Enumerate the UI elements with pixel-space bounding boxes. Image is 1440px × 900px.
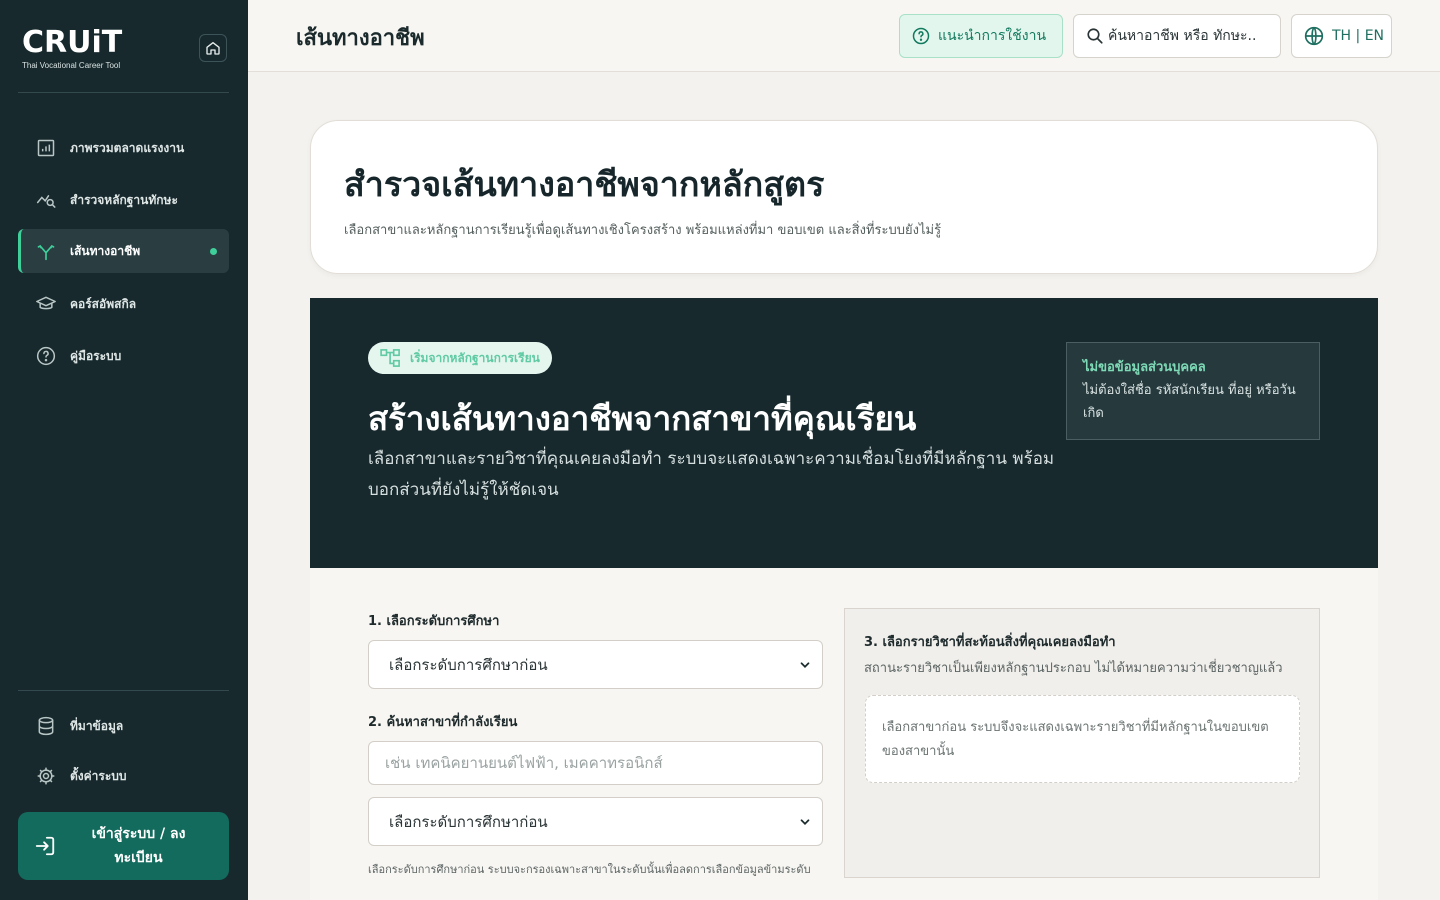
language-toggle-button[interactable]: TH | EN [1291, 14, 1392, 58]
career-path-form: 1. เลือกระดับการศึกษา เลือกระดับการศึกษา… [310, 568, 1378, 900]
privacy-notice: ไม่ขอข้อมูลส่วนบุคคล ไม่ต้องใส่ชื่อ รหัส… [1066, 342, 1320, 440]
sidebar-item-skill-evidence[interactable]: สำรวจหลักฐานทักษะ [18, 178, 229, 222]
chevron-down-icon [800, 819, 810, 825]
help-circle-icon [36, 346, 56, 366]
hero-badge: เริ่มจากหลักฐานการเรียน [368, 342, 552, 374]
globe-icon [1304, 26, 1324, 46]
usage-guide-label: แนะนำการใช้งาน [938, 28, 1047, 44]
chevron-down-icon [800, 662, 810, 668]
brand[interactable]: CRUiT Thai Vocational Career Tool [22, 25, 123, 71]
home-button[interactable] [199, 34, 227, 62]
sidebar-item-label: คอร์สอัพสกิล [70, 296, 137, 311]
home-icon [206, 42, 220, 55]
help-circle-icon [912, 27, 930, 45]
intro-card: สำรวจเส้นทางอาชีพจากหลักสูตร เลือกสาขาแล… [310, 120, 1378, 274]
login-register-button[interactable]: เข้าสู่ระบบ / ลงทะเบียน [18, 812, 229, 880]
hero-banner: เริ่มจากหลักฐานการเรียน สร้างเส้นทางอาชี… [310, 298, 1378, 568]
top-header: เส้นทางอาชีพ แนะนำการใช้งาน ค้นหาอาชีพ ห… [248, 0, 1440, 72]
sidebar: CRUiT Thai Vocational Career Tool ภาพรวม… [0, 0, 248, 900]
brand-subtitle: Thai Vocational Career Tool [22, 61, 121, 70]
graduation-cap-icon [36, 294, 56, 314]
major-search-input[interactable] [368, 741, 823, 785]
language-label: TH | EN [1332, 28, 1385, 44]
bar-chart-icon [36, 138, 56, 158]
search-career-skill-button[interactable]: ค้นหาอาชีพ หรือ ทักษะ.. [1073, 14, 1281, 58]
search-icon [1086, 27, 1104, 45]
sidebar-item-label: เส้นทางอาชีพ [70, 243, 141, 258]
intro-subtitle: เลือกสาขาและหลักฐานการเรียนรู้เพื่อดูเส้… [344, 223, 942, 238]
sidebar-divider-top [18, 92, 229, 93]
subject-selection-panel: 3. เลือกรายวิชาที่สะท้อนสิ่งที่คุณเคยลงม… [844, 608, 1320, 878]
sidebar-item-upskill-courses[interactable]: คอร์สอัพสกิล [18, 282, 229, 326]
search-label: ค้นหาอาชีพ หรือ ทักษะ.. [1108, 28, 1257, 44]
sidebar-item-manual[interactable]: คู่มือระบบ [18, 334, 229, 378]
major-select-value: เลือกระดับการศึกษาก่อน [389, 812, 548, 831]
flow-diagram-icon [380, 349, 402, 367]
branch-path-icon [36, 241, 56, 261]
login-icon [34, 835, 58, 857]
database-icon [36, 716, 56, 736]
page-title: เส้นทางอาชีพ [296, 26, 425, 51]
subject-empty-state: เลือกสาขาก่อน ระบบจึงจะแสดงเฉพาะรายวิชาท… [865, 695, 1300, 783]
subject-selection-note: สถานะรายวิชาเป็นเพียงหลักฐานประกอบ ไม่ได… [864, 661, 1283, 676]
sidebar-divider-bottom [18, 690, 229, 691]
sidebar-item-label: ตั้งค่าระบบ [70, 768, 127, 783]
sidebar-item-label: สำรวจหลักฐานทักษะ [70, 192, 178, 207]
privacy-title: ไม่ขอข้อมูลส่วนบุคคล [1083, 360, 1206, 375]
sidebar-item-label: ภาพรวมตลาดแรงงาน [70, 140, 185, 155]
education-level-select[interactable]: เลือกระดับการศึกษาก่อน [368, 640, 823, 689]
gear-icon [36, 766, 56, 786]
sidebar-item-career-path[interactable]: เส้นทางอาชีพ [18, 229, 229, 273]
usage-guide-button[interactable]: แนะนำการใช้งาน [899, 14, 1063, 58]
hero-description: เลือกสาขาและรายวิชาที่คุณเคยลงมือทำ ระบบ… [368, 449, 1055, 500]
sidebar-item-label: คู่มือระบบ [70, 348, 122, 363]
major-search-label: 2. ค้นหาสาขาที่กำลังเรียน [368, 715, 518, 730]
education-filter-hint: เลือกระดับการศึกษาก่อน ระบบจะกรองเฉพาะสา… [368, 863, 811, 876]
subject-selection-title: 3. เลือกรายวิชาที่สะท้อนสิ่งที่คุณเคยลงม… [864, 635, 1116, 650]
brand-logo: CRUiT [22, 25, 123, 60]
intro-title: สำรวจเส้นทางอาชีพจากหลักสูตร [344, 165, 825, 205]
sidebar-item-label: ที่มาข้อมูล [70, 718, 124, 733]
sidebar-item-data-sources[interactable]: ที่มาข้อมูล [18, 704, 229, 748]
trend-search-icon [36, 190, 56, 210]
privacy-text: ไม่ต้องใส่ชื่อ รหัสนักเรียน ที่อยู่ หรือ… [1083, 383, 1296, 421]
sidebar-item-labor-market[interactable]: ภาพรวมตลาดแรงงาน [18, 126, 229, 170]
education-level-label: 1. เลือกระดับการศึกษา [368, 614, 500, 629]
hero-badge-label: เริ่มจากหลักฐานการเรียน [410, 350, 540, 365]
major-select[interactable]: เลือกระดับการศึกษาก่อน [368, 797, 823, 846]
login-register-label: เข้าสู่ระบบ / ลงทะเบียน [91, 826, 186, 866]
education-level-value: เลือกระดับการศึกษาก่อน [389, 655, 548, 674]
sidebar-item-settings[interactable]: ตั้งค่าระบบ [18, 754, 229, 798]
hero-title: สร้างเส้นทางอาชีพจากสาขาที่คุณเรียน [368, 399, 917, 438]
active-indicator-dot [210, 248, 217, 255]
